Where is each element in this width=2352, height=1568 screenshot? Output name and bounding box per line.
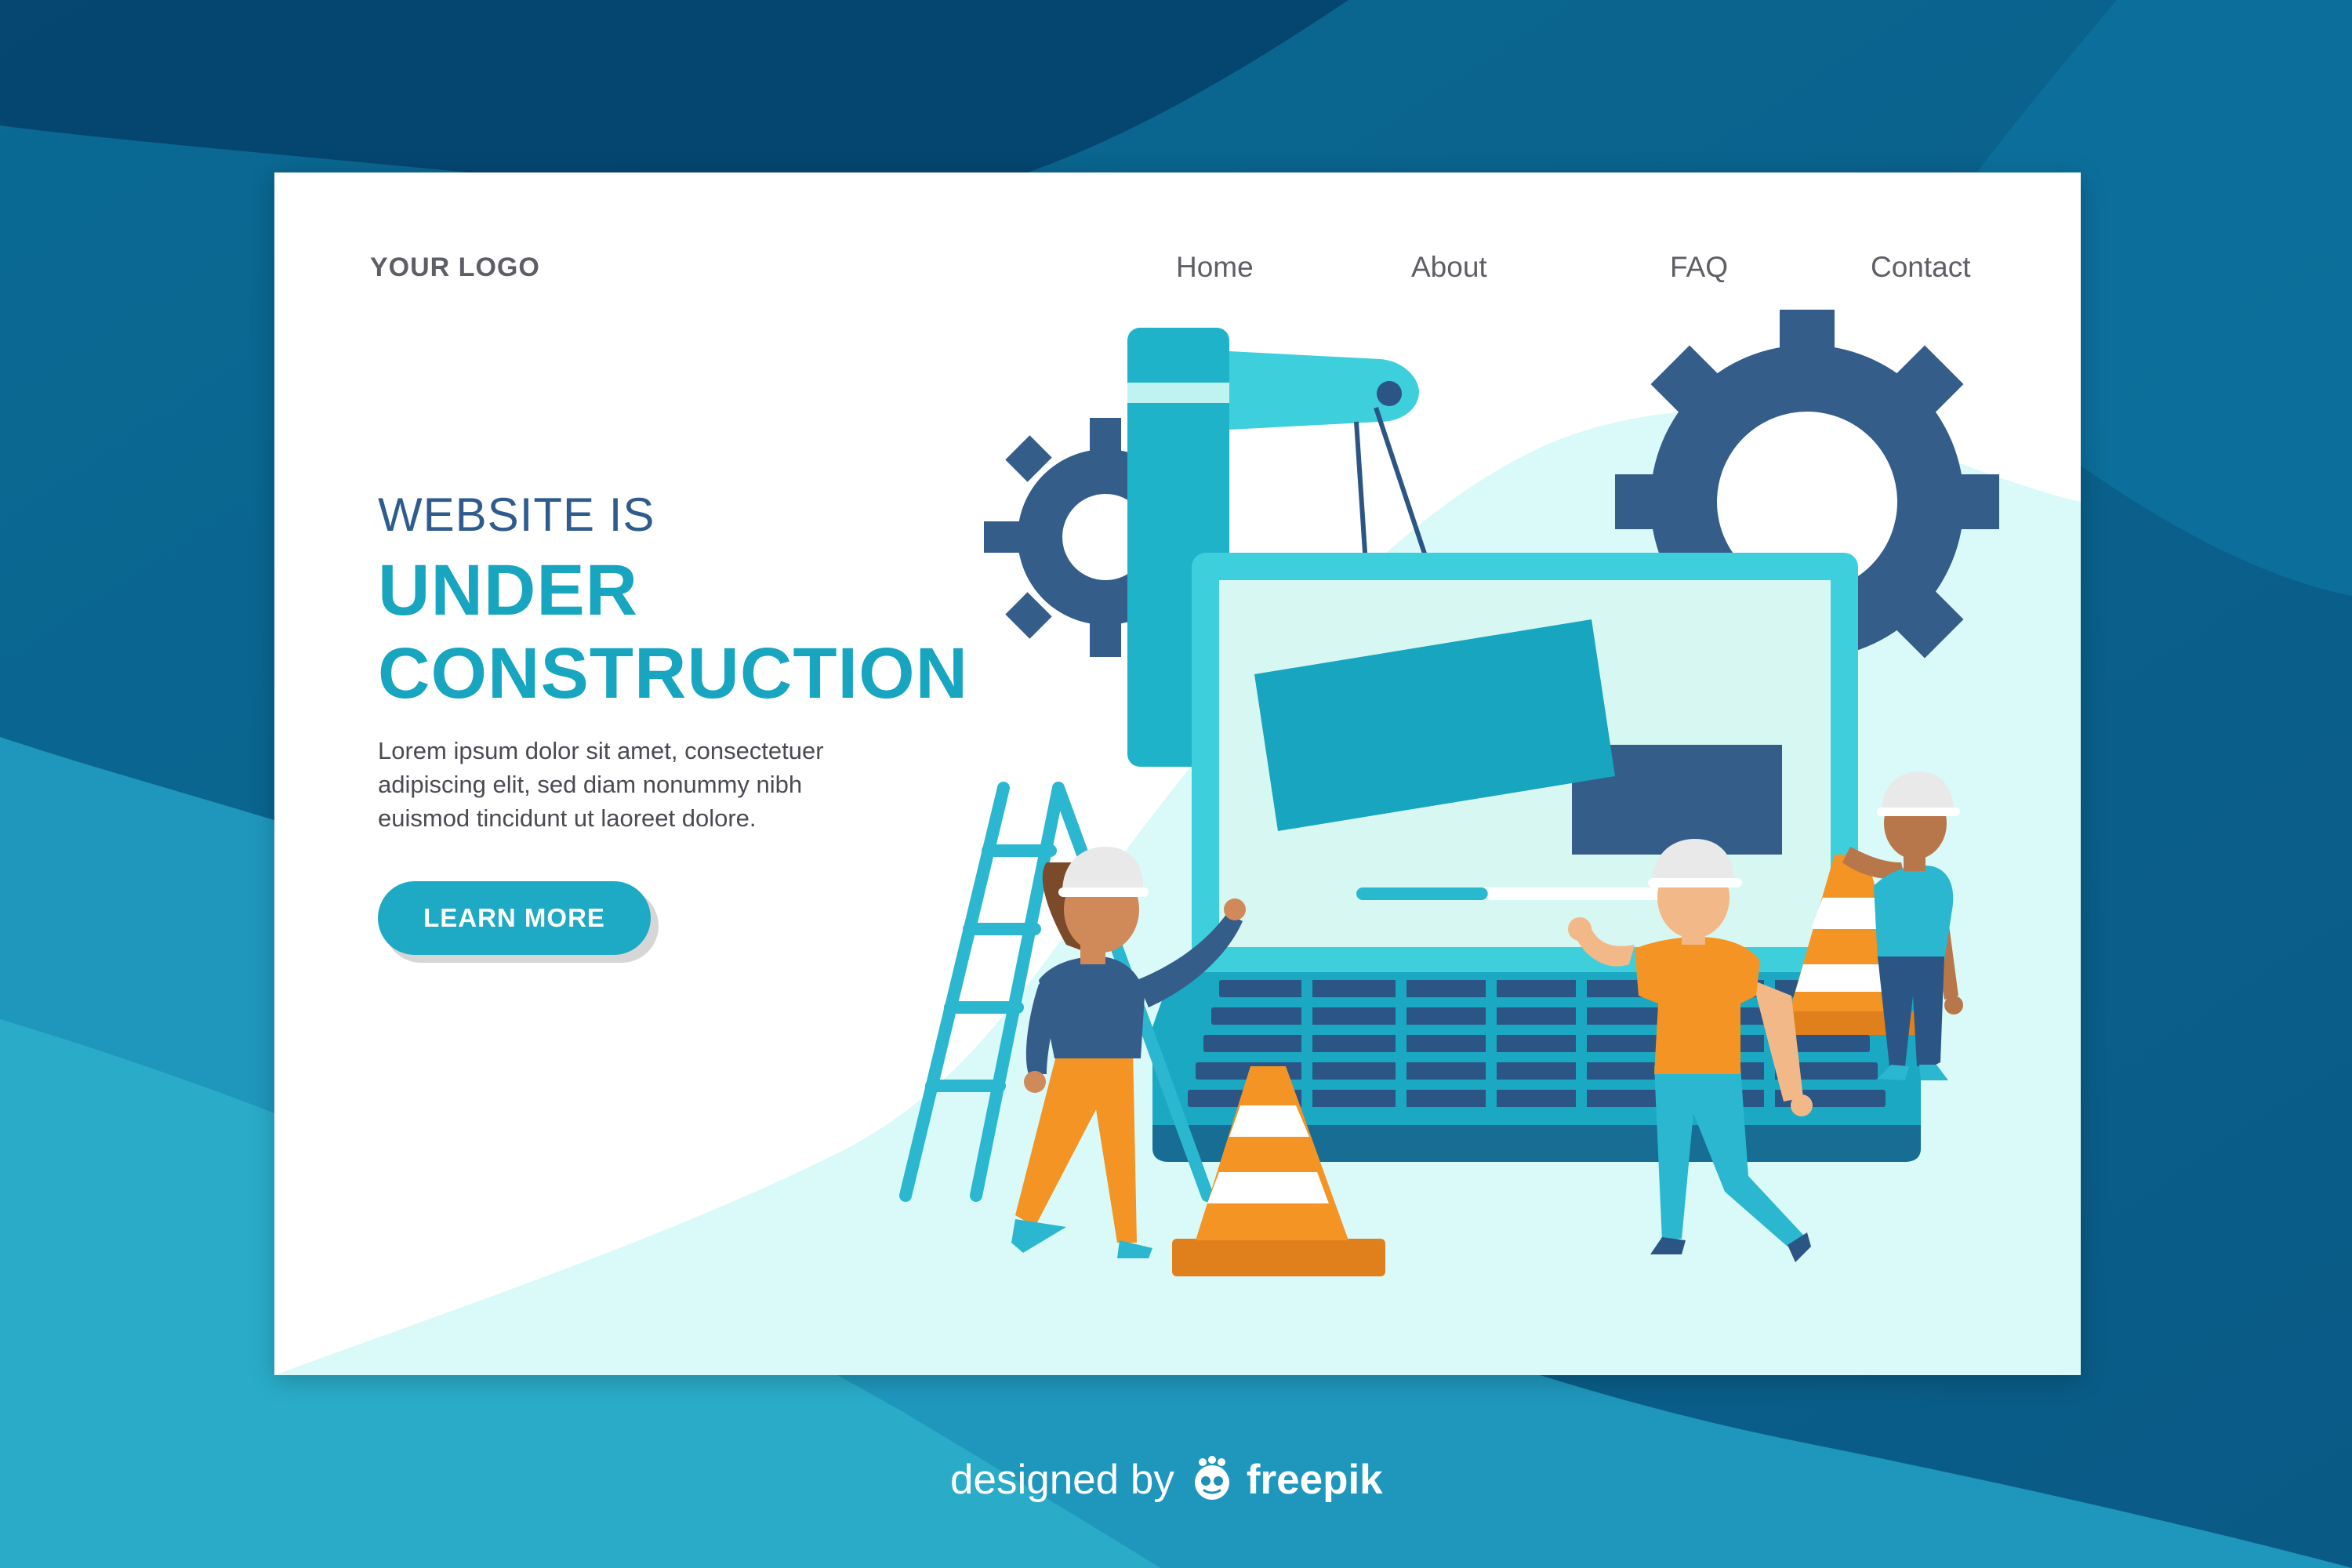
nav-about[interactable]: About	[1411, 251, 1487, 284]
hero-description-line: adipiscing elit, sed diam nonummy nibh	[378, 771, 803, 798]
landing-card: YOUR LOGO Home About FAQ Contact WEBSITE…	[274, 172, 2081, 1375]
attribution-prefix: designed by	[950, 1456, 1174, 1503]
hero-title-line: CONSTRUCTION	[378, 633, 969, 713]
loading-bar-fill	[1356, 887, 1488, 900]
hero-description: Lorem ipsum dolor sit amet, consectetuer…	[378, 734, 927, 835]
learn-more-button[interactable]: LEARN MORE	[378, 881, 651, 955]
site-logo[interactable]: YOUR LOGO	[370, 252, 540, 283]
attribution-footer: designed by freepik	[950, 1452, 1383, 1507]
hero-description-line: Lorem ipsum dolor sit amet, consectetuer	[378, 737, 824, 764]
attribution-brand[interactable]: freepik	[1247, 1456, 1383, 1504]
hero-description-line: euismod tincidunt ut laoreet dolore.	[378, 804, 757, 832]
nav-home[interactable]: Home	[1176, 251, 1254, 284]
hero-title-line: UNDER	[378, 550, 639, 630]
freepik-logo-icon	[1194, 1456, 1229, 1500]
hero-title: UNDER CONSTRUCTION	[378, 549, 968, 715]
nav-faq[interactable]: FAQ	[1670, 251, 1728, 284]
nav-contact[interactable]: Contact	[1871, 251, 1971, 284]
hero-eyebrow: WEBSITE IS	[378, 488, 655, 541]
